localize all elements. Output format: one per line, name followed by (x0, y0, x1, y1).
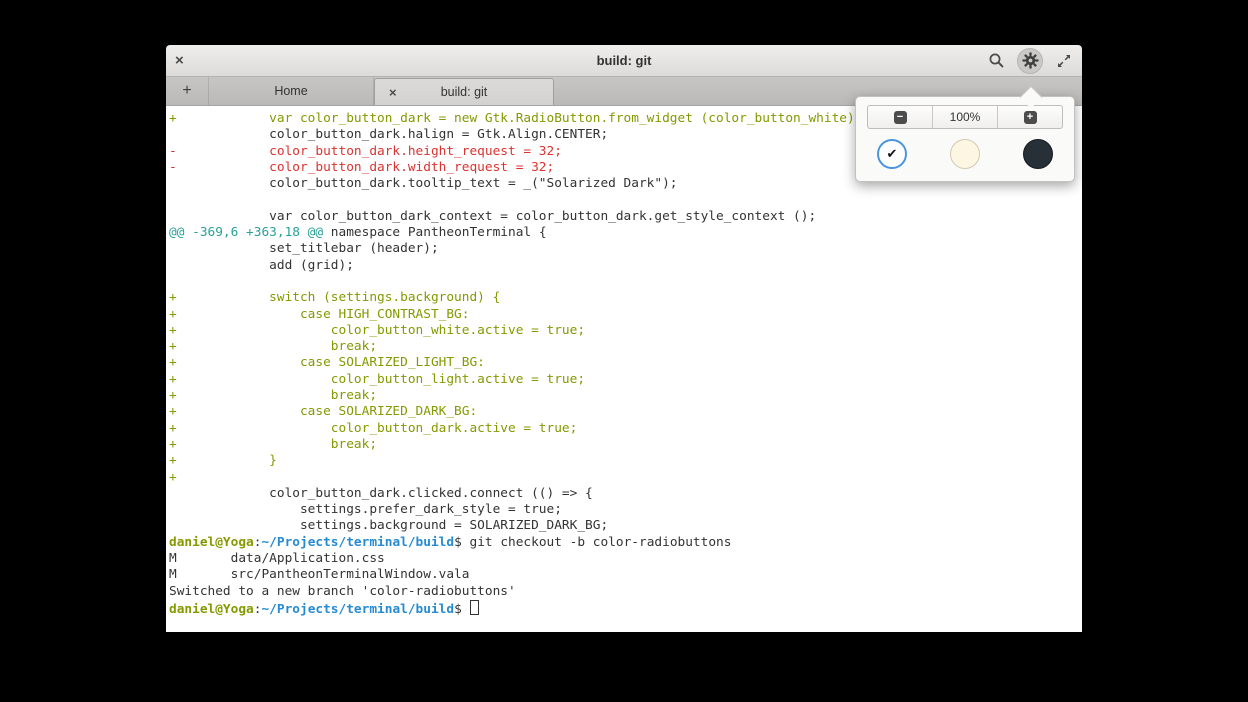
terminal-line: settings.prefer_dark_style = true; (169, 502, 1082, 518)
terminal-line (169, 274, 1082, 290)
window-title: build: git (166, 53, 1082, 68)
terminal-text: + case SOLARIZED_DARK_BG: (169, 404, 477, 419)
terminal-text: - color_button_dark.height_request = 32; (169, 144, 562, 159)
terminal-text: + color_button_white.active = true; (169, 323, 585, 338)
terminal-line: + switch (settings.background) { (169, 290, 1082, 306)
search-button[interactable] (984, 49, 1008, 73)
terminal-text: settings.background = SOLARIZED_DARK_BG; (169, 518, 608, 533)
terminal-line: M data/Application.css (169, 551, 1082, 567)
terminal-line: add (grid); (169, 258, 1082, 274)
zoom-out-icon: − (894, 111, 907, 124)
terminal-text: namespace PantheonTerminal { (323, 225, 546, 240)
window-close-button[interactable]: × (175, 45, 184, 76)
expand-icon (1056, 53, 1072, 69)
search-icon (988, 52, 1005, 69)
color-option-solarized-dark[interactable] (1023, 139, 1053, 169)
terminal-line: + color_button_white.active = true; (169, 323, 1082, 339)
gear-icon (1022, 52, 1039, 69)
terminal-line: + case SOLARIZED_LIGHT_BG: (169, 355, 1082, 371)
terminal-line: Switched to a new branch 'color-radiobut… (169, 584, 1082, 600)
color-option-solarized-light[interactable] (950, 139, 980, 169)
terminal-line: daniel@Yoga:~/Projects/terminal/build$ (169, 600, 1082, 616)
zoom-out-button[interactable]: − (868, 106, 932, 128)
terminal-line: var color_button_dark_context = color_bu… (169, 209, 1082, 225)
terminal-line: + break; (169, 339, 1082, 355)
tab-build-git-label: build: git (441, 85, 488, 99)
terminal-line: + color_button_light.active = true; (169, 372, 1082, 388)
terminal-line (169, 192, 1082, 208)
fullscreen-button[interactable] (1052, 49, 1076, 73)
terminal-text: + color_button_light.active = true; (169, 372, 585, 387)
zoom-control: − 100% + (867, 105, 1063, 129)
terminal-text: ~/Projects/terminal/build (261, 602, 454, 617)
terminal-text: ~/Projects/terminal/build (261, 535, 454, 550)
color-options: ✔ (856, 139, 1074, 169)
terminal-line: + } (169, 453, 1082, 469)
zoom-in-button[interactable]: + (997, 106, 1062, 128)
terminal-line: daniel@Yoga:~/Projects/terminal/build$ g… (169, 535, 1082, 551)
terminal-text: M data/Application.css (169, 551, 385, 566)
settings-popover: − 100% + ✔ (855, 96, 1075, 182)
check-icon: ✔ (887, 146, 898, 162)
zoom-in-icon: + (1024, 111, 1037, 124)
terminal-line: + (169, 470, 1082, 486)
terminal-text: + color_button_dark.active = true; (169, 421, 577, 436)
terminal-text: + } (169, 453, 277, 468)
terminal-text: + break; (169, 437, 377, 452)
tab-close-icon[interactable]: × (389, 85, 397, 100)
color-option-high-contrast-white[interactable]: ✔ (877, 139, 907, 169)
terminal-text: settings.prefer_dark_style = true; (169, 502, 562, 517)
terminal-text: - color_button_dark.width_request = 32; (169, 160, 554, 175)
terminal-line: + break; (169, 388, 1082, 404)
tab-home[interactable]: Home (209, 77, 374, 105)
terminal-line: settings.background = SOLARIZED_DARK_BG; (169, 518, 1082, 534)
terminal-text: Switched to a new branch 'color-radiobut… (169, 584, 516, 599)
terminal-text: daniel@Yoga (169, 602, 254, 617)
zoom-level-value: 100% (950, 110, 981, 124)
terminal-line: + color_button_dark.active = true; (169, 421, 1082, 437)
terminal-line: + break; (169, 437, 1082, 453)
tab-home-label: Home (274, 84, 307, 98)
terminal-text: set_titlebar (header); (169, 241, 439, 256)
terminal-text: $ git checkout -b color-radiobuttons (454, 535, 731, 550)
settings-button[interactable] (1017, 48, 1043, 74)
terminal-text: color_button_dark.halign = Gtk.Align.CEN… (169, 127, 608, 142)
terminal-text: M src/PantheonTerminalWindow.vala (169, 567, 469, 582)
terminal-line: M src/PantheonTerminalWindow.vala (169, 567, 1082, 583)
terminal-text: + break; (169, 388, 377, 403)
terminal-text: + switch (settings.background) { (169, 290, 500, 305)
terminal-text: add (grid); (169, 258, 354, 273)
terminal-cursor (470, 600, 479, 615)
terminal-text: color_button_dark.clicked.connect (() =>… (169, 486, 593, 501)
terminal-text: $ (454, 602, 469, 617)
terminal-text: color_button_dark.tooltip_text = _("Sola… (169, 176, 678, 191)
terminal-text: + var color_button_dark = new Gtk.RadioB… (169, 111, 862, 126)
terminal-text: var color_button_dark_context = color_bu… (169, 209, 816, 224)
tab-build-git[interactable]: × build: git (374, 78, 554, 105)
terminal-text: + case SOLARIZED_LIGHT_BG: (169, 355, 485, 370)
terminal-line: @@ -369,6 +363,18 @@ namespace PantheonT… (169, 225, 1082, 241)
terminal-line: color_button_dark.clicked.connect (() =>… (169, 486, 1082, 502)
zoom-level: 100% (932, 106, 997, 128)
terminal-line: set_titlebar (header); (169, 241, 1082, 257)
terminal-line: + case SOLARIZED_DARK_BG: (169, 404, 1082, 420)
terminal-text: + case HIGH_CONTRAST_BG: (169, 307, 469, 322)
terminal-text: daniel@Yoga (169, 535, 254, 550)
headerbar-actions (984, 45, 1076, 76)
terminal-text: + break; (169, 339, 377, 354)
headerbar: × build: git (166, 45, 1082, 77)
terminal-text: @@ -369,6 +363,18 @@ (169, 225, 323, 240)
new-tab-button[interactable]: + (166, 77, 209, 105)
terminal-output[interactable]: + var color_button_dark = new Gtk.RadioB… (166, 106, 1082, 632)
terminal-line: + case HIGH_CONTRAST_BG: (169, 307, 1082, 323)
desktop: { "window": { "title": "build: git", "cl… (0, 0, 1248, 702)
terminal-text: + (169, 470, 177, 485)
